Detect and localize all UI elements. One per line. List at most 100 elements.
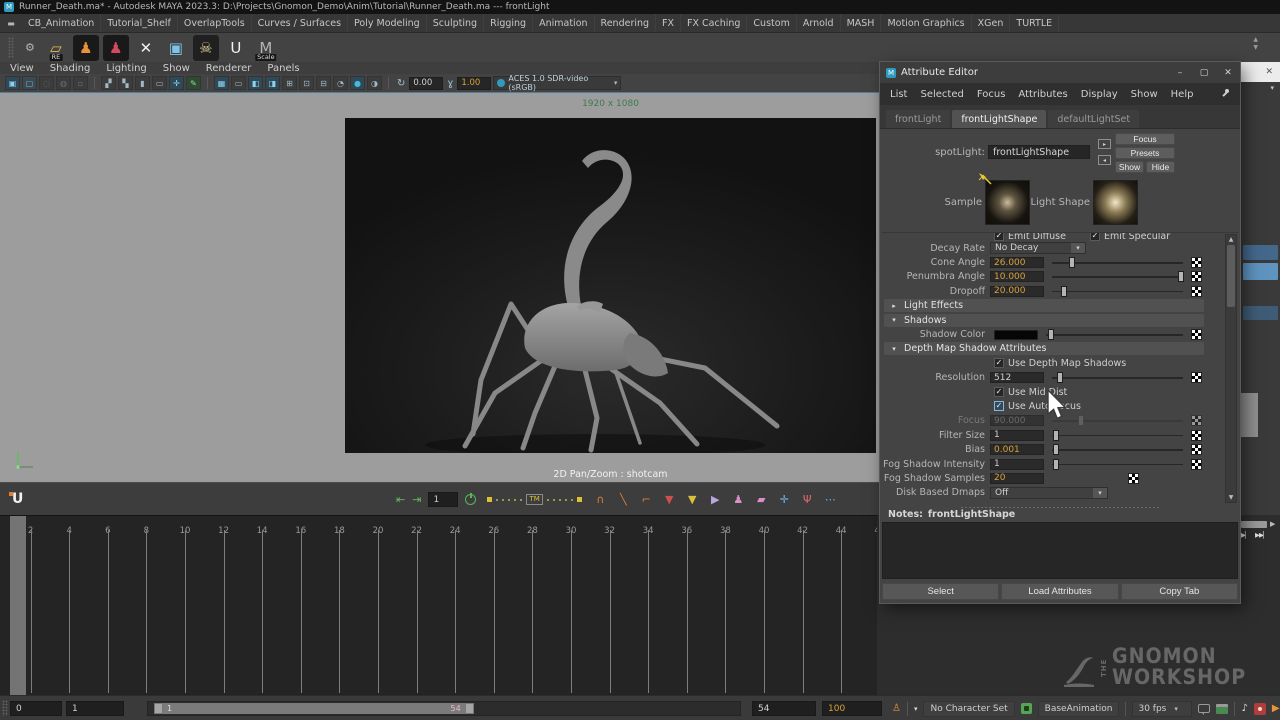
- panel-menu-item[interactable]: View: [10, 63, 34, 74]
- shelf-cube-icon[interactable]: ▣: [163, 35, 189, 61]
- map-button[interactable]: [1191, 459, 1202, 470]
- marquee-select-icon[interactable]: ▢: [22, 76, 37, 90]
- scroll-thumb[interactable]: [1227, 245, 1235, 307]
- section-depth-map-shadow-attributes[interactable]: ▾ Depth Map Shadow Attributes: [884, 342, 1204, 355]
- h-scrollbar[interactable]: [1241, 521, 1267, 528]
- range-slider-track[interactable]: 1 54: [147, 701, 741, 716]
- auto-key-icon[interactable]: [1254, 703, 1266, 715]
- shelf-u-tool-icon[interactable]: U: [223, 35, 249, 61]
- shelf-tab[interactable]: CB_Animation: [22, 14, 101, 32]
- shelf-character-orange-icon[interactable]: ♟: [73, 35, 99, 61]
- show-button[interactable]: Show: [1115, 161, 1144, 173]
- shelf-tab[interactable]: Animation: [533, 14, 594, 32]
- timeline-tick[interactable]: 38: [710, 518, 740, 695]
- timeline-tick[interactable]: 14: [247, 518, 277, 695]
- timeline-tick[interactable]: 42: [788, 518, 818, 695]
- timeline-tick[interactable]: 20: [363, 518, 393, 695]
- film-gate-icon[interactable]: ▭: [231, 76, 246, 90]
- fog-shadow-samples-field[interactable]: 20: [990, 473, 1044, 484]
- shelf-tab[interactable]: Poly Modeling: [348, 14, 427, 32]
- timeline-tick[interactable]: 6: [93, 518, 123, 695]
- speech-bubble-icon[interactable]: [1198, 704, 1210, 713]
- shelf-tab[interactable]: XGen: [972, 14, 1011, 32]
- dropoff-field[interactable]: 20.000: [990, 286, 1044, 297]
- cone-angle-slider[interactable]: [1050, 257, 1185, 268]
- timeline-tick[interactable]: 26: [479, 518, 509, 695]
- shelf-tab[interactable]: Arnold: [797, 14, 841, 32]
- gear-icon[interactable]: ⚙: [25, 41, 35, 54]
- playback-end-field[interactable]: 54: [752, 701, 816, 716]
- shelf-tab[interactable]: OverlapTools: [178, 14, 252, 32]
- ae-titlebar[interactable]: M Attribute Editor – ▢ ✕: [880, 62, 1240, 83]
- panel-menu-item[interactable]: Lighting: [106, 63, 146, 74]
- exposure-icon[interactable]: ↻: [397, 78, 405, 89]
- scroll-down-icon[interactable]: ▼: [1226, 494, 1236, 501]
- shelf-scale-icon[interactable]: M Scale: [253, 35, 279, 61]
- anim-layer-key-icon[interactable]: [1021, 703, 1032, 714]
- paint-select-icon[interactable]: ◍: [56, 76, 71, 90]
- map-button[interactable]: [1191, 329, 1202, 340]
- shadow-color-swatch[interactable]: [994, 330, 1038, 340]
- panel-menu-item[interactable]: Show: [163, 63, 190, 74]
- next-key-icon[interactable]: ⇥: [412, 493, 421, 506]
- fps-dropdown[interactable]: 30 fps ▾: [1132, 701, 1192, 717]
- ae-menu-item[interactable]: Selected: [920, 89, 963, 100]
- maximize-button[interactable]: ▢: [1192, 68, 1216, 78]
- chevron-down-icon[interactable]: ▾: [914, 705, 918, 713]
- timeline-tick[interactable]: 2: [16, 518, 46, 695]
- camera-attributes-icon[interactable]: ▚: [118, 76, 133, 90]
- ae-menu-item[interactable]: List: [890, 89, 907, 100]
- list-item-selected[interactable]: [1243, 263, 1278, 280]
- shelf-skull-icon[interactable]: ☠: [193, 35, 219, 61]
- decay-rate-dropdown[interactable]: No Decay ▾: [990, 242, 1086, 254]
- map-button[interactable]: [1191, 271, 1202, 282]
- key-marker-icon[interactable]: ▼: [685, 493, 700, 506]
- camera-icon[interactable]: ▞: [101, 76, 116, 90]
- character-icon[interactable]: ♟: [731, 493, 746, 506]
- timeline-tick[interactable]: 24: [440, 518, 470, 695]
- drag-handle[interactable]: [2, 700, 8, 716]
- grid-icon[interactable]: ▦: [214, 76, 229, 90]
- section-shadows[interactable]: ▾ Shadows: [884, 314, 1204, 327]
- camera-bookmark-icon[interactable]: ▮: [135, 76, 150, 90]
- speaker-icon[interactable]: ♪: [1241, 703, 1247, 714]
- image-plane-icon[interactable]: ▭: [152, 76, 167, 90]
- tab-frontlight[interactable]: frontLight: [886, 110, 950, 128]
- timeline-tick[interactable]: 28: [517, 518, 547, 695]
- close-button[interactable]: ✕: [1216, 68, 1240, 78]
- shelf-move-tool-icon[interactable]: ✕: [133, 35, 159, 61]
- shelf-scroll-arrows[interactable]: ▲ ▼: [1253, 36, 1258, 51]
- timeline-tick[interactable]: 34: [633, 518, 663, 695]
- tab-frontlightshape[interactable]: frontLightShape: [952, 110, 1046, 128]
- node-name-field[interactable]: frontLightShape: [988, 145, 1090, 159]
- list-item[interactable]: [1243, 306, 1278, 320]
- timeline-tick[interactable]: 30: [556, 518, 586, 695]
- timeline-tick[interactable]: 18: [324, 518, 354, 695]
- h-scroll-arrow-icon[interactable]: ▶: [1270, 520, 1275, 528]
- ae-footer-button[interactable]: Copy Tab: [1121, 583, 1238, 600]
- cone-angle-field[interactable]: 26.000: [990, 257, 1044, 268]
- character-set-key-icon[interactable]: ♙: [892, 703, 901, 714]
- ae-menu-item[interactable]: Attributes: [1018, 89, 1067, 100]
- runner-icon[interactable]: ▶: [1272, 703, 1280, 714]
- ae-menu-item[interactable]: Help: [1171, 89, 1194, 100]
- keyframe-strip[interactable]: TM: [487, 494, 581, 505]
- xray-icon[interactable]: ◔: [333, 76, 348, 90]
- shelf-tab[interactable]: Motion Graphics: [881, 14, 971, 32]
- map-button[interactable]: [1191, 444, 1202, 455]
- select-key-icon[interactable]: ▶: [708, 493, 723, 506]
- gamma-icon[interactable]: ɣ: [447, 78, 453, 89]
- use-mid-dist-checkbox[interactable]: ✓: [994, 387, 1004, 397]
- shelf-tab[interactable]: FX Caching: [681, 14, 747, 32]
- more-options-icon[interactable]: ⋯: [823, 493, 838, 506]
- range-handle-left[interactable]: [154, 703, 163, 714]
- ae-menu-item[interactable]: Focus: [977, 89, 1006, 100]
- power-toggle-icon[interactable]: [465, 494, 476, 505]
- character-set-selector[interactable]: No Character Set: [923, 701, 1014, 717]
- stepped-tangent-icon[interactable]: ⌐: [639, 493, 654, 506]
- shelf-tab[interactable]: MASH: [841, 14, 882, 32]
- tab-defaultlightset[interactable]: defaultLightSet: [1048, 110, 1139, 128]
- breakdown-key-icon[interactable]: ▼: [662, 493, 677, 506]
- resolution-field[interactable]: 512: [990, 372, 1044, 383]
- map-button[interactable]: [1128, 473, 1139, 484]
